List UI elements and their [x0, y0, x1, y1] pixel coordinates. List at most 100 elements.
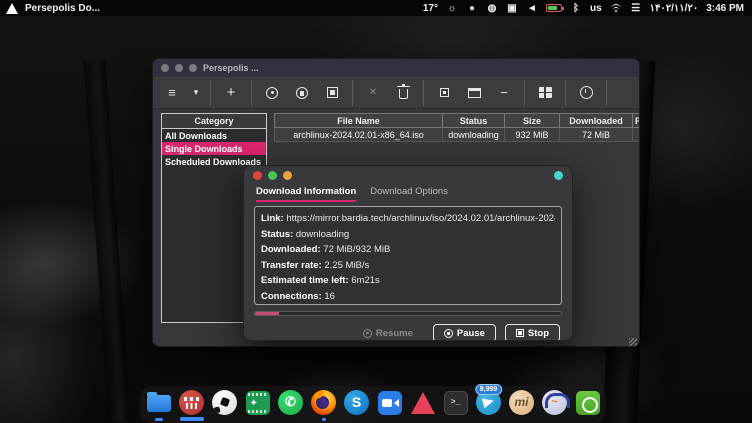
dialog-zoom-button[interactable]	[268, 171, 277, 180]
brightness-icon[interactable]: ☼	[446, 2, 458, 14]
caret-down-icon[interactable]: ▾	[189, 81, 203, 105]
column-header-progress[interactable]: P	[633, 114, 641, 128]
circle-status-icon[interactable]: ●	[466, 2, 478, 14]
pause-icon[interactable]	[289, 81, 315, 105]
stop-icon[interactable]	[319, 81, 345, 105]
menu-icon[interactable]: ≡	[159, 81, 185, 105]
resume-icon	[363, 329, 372, 338]
files-icon	[147, 395, 171, 412]
stop-icon	[516, 329, 524, 337]
dock-item-terminal[interactable]: >_	[442, 390, 470, 420]
cell-file-name[interactable]: archlinux-2024.02.01-x86_64.iso	[275, 128, 443, 142]
whatsapp-icon: ✆	[278, 390, 303, 415]
zoom-window-button[interactable]	[189, 64, 197, 72]
stage-manager-icon[interactable]: ☰	[630, 2, 642, 14]
dialog-buttons-row: Resume Pause Stop	[244, 316, 572, 341]
date-label[interactable]: ۱۴۰۲/۱۱/۲۰	[650, 3, 699, 14]
dock-item-files[interactable]	[145, 390, 173, 420]
box-icon[interactable]: ▣	[506, 2, 518, 14]
cell-progress[interactable]	[633, 128, 641, 142]
running-indicator	[155, 418, 163, 421]
sidebar-item-single-downloads[interactable]: Single Downloads	[162, 142, 266, 155]
download-info-box: Link: https://mirror.bardia.tech/archlin…	[254, 206, 562, 305]
download-progress-dialog: Download Information Download Options Li…	[243, 165, 573, 341]
info-eta: Estimated time left: 6m21s	[261, 273, 555, 289]
close-window-button[interactable]	[161, 64, 169, 72]
remove-icon[interactable]: ✕	[360, 81, 386, 105]
dock-item-arch[interactable]	[409, 390, 437, 420]
dock-item-firefox[interactable]	[310, 390, 338, 420]
toolbar-separator	[565, 80, 566, 106]
column-header-status[interactable]: Status	[443, 114, 505, 128]
dialog-tabs: Download Information Download Options	[244, 184, 572, 202]
battery-icon[interactable]	[546, 4, 562, 12]
apple-menu-arch-logo-icon[interactable]	[6, 3, 18, 14]
column-header-file-name[interactable]: File Name	[275, 114, 443, 128]
tab-download-information[interactable]: Download Information	[256, 186, 356, 202]
progress-fill	[255, 312, 279, 315]
resize-grip[interactable]	[629, 338, 637, 346]
trash-icon[interactable]	[390, 81, 416, 105]
resume-button[interactable]: Resume	[352, 324, 424, 341]
dock-item-musescore[interactable]: mi	[508, 390, 536, 420]
minimize-icon[interactable]: −	[491, 81, 517, 105]
cell-status[interactable]: downloading	[443, 128, 505, 142]
properties-icon[interactable]	[431, 81, 457, 105]
dialog-close-button[interactable]	[253, 171, 262, 180]
dock-item-persepolis[interactable]	[178, 390, 206, 420]
pause-button[interactable]: Pause	[433, 324, 496, 341]
downloads-table: File Name Status Size Downloaded P archl…	[274, 113, 640, 142]
window-icon[interactable]	[461, 81, 487, 105]
camera-icon	[576, 391, 600, 415]
dialog-titlebar[interactable]	[244, 166, 572, 184]
dialog-accent-dot-icon[interactable]	[554, 171, 563, 180]
dock-item-whatsapp[interactable]: ✆	[277, 390, 305, 420]
minimize-window-button[interactable]	[175, 64, 183, 72]
volume-icon[interactable]: ◄	[526, 2, 538, 14]
dock-item-camera[interactable]	[574, 390, 602, 420]
column-header-size[interactable]: Size	[505, 114, 560, 128]
add-download-icon[interactable]: +	[218, 81, 244, 105]
menu-bar: Persepolis Do... 17° ☼ ● ◍ ▣ ◄ ᛒ us ☰ ۱۴…	[0, 0, 752, 16]
schedule-icon[interactable]	[573, 81, 599, 105]
tab-download-options[interactable]: Download Options	[370, 186, 448, 202]
resume-icon[interactable]	[259, 81, 285, 105]
video-finder-icon[interactable]	[532, 81, 558, 105]
wifi-icon[interactable]	[610, 4, 622, 13]
firefox-icon	[311, 390, 336, 415]
category-header: Category	[162, 114, 266, 129]
dock-item-video-call[interactable]	[376, 390, 404, 420]
info-transfer-rate: Transfer rate: 2.25 MiB/s	[261, 258, 555, 274]
bluetooth-icon[interactable]: ᛒ	[570, 2, 582, 14]
dock-item-telegram[interactable]: 9,999	[475, 390, 503, 420]
info-connections: Connections: 16	[261, 289, 555, 305]
main-window-titlebar[interactable]: Persepolis ...	[153, 59, 639, 77]
toolbar-separator	[606, 80, 607, 106]
persepolis-icon	[179, 390, 204, 415]
toolbar-separator	[524, 80, 525, 106]
dock-item-skype[interactable]: S	[343, 390, 371, 420]
globe-icon[interactable]: ◍	[486, 2, 498, 14]
toolbar-separator	[210, 80, 211, 106]
column-header-downloaded[interactable]: Downloaded	[560, 114, 633, 128]
dialog-minimize-button[interactable]	[283, 171, 292, 180]
main-toolbar: ≡ ▾ + ✕ −	[153, 77, 639, 109]
sidebar-item-all-downloads[interactable]: All Downloads	[162, 129, 266, 142]
stop-button[interactable]: Stop	[505, 324, 560, 341]
dock-item-audacity[interactable]: ~	[541, 390, 569, 420]
kdenlive-icon: ✦	[246, 391, 270, 415]
pause-icon	[444, 329, 453, 338]
active-app-name[interactable]: Persepolis Do...	[25, 3, 100, 14]
keyboard-layout-label[interactable]: us	[590, 3, 602, 14]
dock-item-soccer[interactable]	[211, 390, 239, 420]
audacity-icon: ~	[542, 390, 567, 415]
clock-label[interactable]: 3:46 PM	[706, 3, 744, 14]
dock: ✦ ✆ S >_ 9,999 mi ~	[140, 386, 606, 423]
toolbar-separator	[352, 80, 353, 106]
table-row[interactable]: archlinux-2024.02.01-x86_64.iso download…	[275, 128, 641, 142]
active-indicator	[180, 417, 204, 421]
notification-badge: 9,999	[475, 384, 503, 395]
cell-downloaded[interactable]: 72 MiB	[560, 128, 633, 142]
dock-item-kdenlive[interactable]: ✦	[244, 390, 272, 420]
cell-size[interactable]: 932 MiB	[505, 128, 560, 142]
